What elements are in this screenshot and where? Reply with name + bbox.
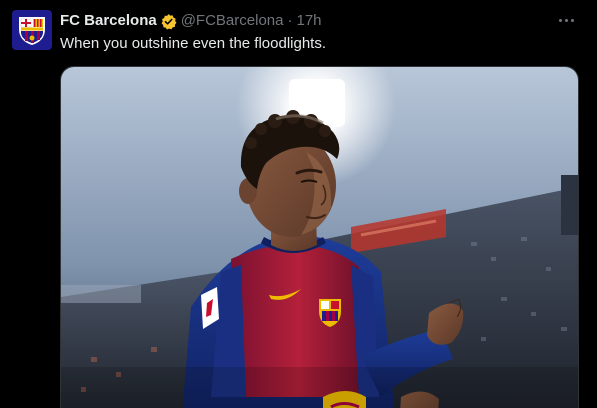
profile-avatar[interactable]	[12, 10, 52, 50]
separator-dot: ·	[287, 12, 293, 29]
tweet-photo[interactable]	[60, 66, 579, 408]
player-photo-image	[61, 67, 578, 408]
tweet-text: When you outshine even the floodlights.	[60, 35, 327, 52]
tweet-timestamp[interactable]: 17h	[296, 11, 321, 31]
tweet-card[interactable]: FC Barcelona @FCBarcelona · 17h When you…	[0, 0, 597, 408]
more-dot	[570, 18, 574, 22]
fc-barcelona-crest-icon	[19, 17, 45, 45]
verified-badge-icon[interactable]	[160, 13, 177, 30]
tweet-header: FC Barcelona @FCBarcelona · 17h	[60, 11, 322, 31]
more-options-button[interactable]	[555, 11, 577, 29]
more-dot	[564, 18, 568, 22]
more-horizontal-icon	[558, 18, 562, 22]
account-name[interactable]: FC Barcelona	[60, 11, 157, 31]
account-handle[interactable]: @FCBarcelona	[181, 11, 284, 31]
